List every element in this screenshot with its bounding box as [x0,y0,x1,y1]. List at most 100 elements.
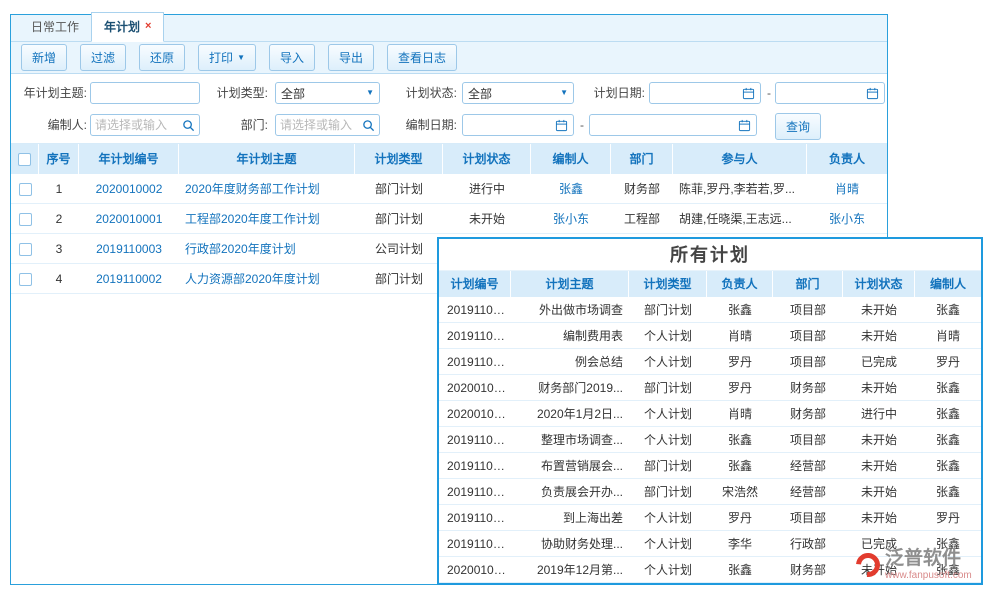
cell-status: 未开始 [843,375,915,400]
cell-code: 2019110005 [439,349,511,374]
add-button[interactable]: 新增 [21,44,67,71]
row-checkbox[interactable] [19,273,32,286]
dept-field[interactable] [275,114,380,136]
list-item[interactable]: 2020010001 财务部门2019... 部门计划 罗丹 财务部 未开始 张… [439,375,981,401]
select-all-checkbox[interactable] [18,153,31,166]
plan-subject-link[interactable]: 2020年度财务部工作计划 [185,182,320,196]
cell-subject: 布置营销展会... [511,453,629,478]
query-button[interactable]: 查询 [775,113,821,140]
compiler-link[interactable]: 张鑫 [559,182,583,196]
list-item[interactable]: 2020010002 2020年1月2日... 个人计划 肖晴 财务部 进行中 … [439,401,981,427]
plan-code-link[interactable]: 2020010001 [96,212,163,226]
cell-code: 2019110004 [439,323,511,348]
compile-date-end-field[interactable] [589,114,757,136]
cell-status: 未开始 [443,204,531,233]
cell-type: 个人计划 [629,557,707,582]
plan-code-link[interactable]: 2019110003 [96,242,162,256]
list-item[interactable]: 2019110004 编制费用表 个人计划 肖晴 项目部 未开始 肖晴 [439,323,981,349]
plan-status-value: 全部 [468,85,492,102]
cell-code: 2019110003 [439,531,511,556]
cell-compiler: 张鑫 [915,297,981,322]
cell-code: 2019110001 [439,479,511,504]
header-status: 计划状态 [443,144,531,174]
subject-input[interactable] [91,83,199,103]
search-icon[interactable] [182,119,195,132]
tab-annual-plan[interactable]: 年计划 × [91,12,164,42]
cell-compiler: 张鑫 [915,453,981,478]
row-checkbox[interactable] [19,243,32,256]
import-button-label: 导入 [280,49,304,66]
table-row[interactable]: 2 2020010001 工程部2020年度工作计划 部门计划 未开始 张小东 … [11,204,887,234]
cell-compiler: 张鑫 [915,375,981,400]
import-button[interactable]: 导入 [269,44,315,71]
cell-type: 个人计划 [629,531,707,556]
list-item[interactable]: 2019110001 负责展会开办... 部门计划 宋浩然 经营部 未开始 张鑫 [439,479,981,505]
cell-compiler: 罗丹 [915,349,981,374]
compile-date-label: 编制日期: [395,114,457,136]
tab-daily-work[interactable]: 日常工作 [19,13,91,41]
list-item[interactable]: 2019110001 外出做市场调查 部门计划 张鑫 项目部 未开始 张鑫 [439,297,981,323]
calendar-icon[interactable] [738,119,751,132]
cell-type: 个人计划 [629,505,707,530]
header-code: 年计划编号 [79,144,179,174]
restore-button[interactable]: 还原 [139,44,185,71]
cell-dept: 行政部 [773,531,843,556]
plan-code-link[interactable]: 2019110002 [96,272,162,286]
filter-button[interactable]: 过滤 [80,44,126,71]
cell-type: 公司计划 [355,234,443,263]
export-button[interactable]: 导出 [328,44,374,71]
calendar-icon[interactable] [555,119,568,132]
header-compiler: 编制人 [531,144,611,174]
list-item[interactable]: 2019110002 到上海出差 个人计划 罗丹 项目部 未开始 罗丹 [439,505,981,531]
cell-owner: 张鑫 [707,427,773,452]
search-icon[interactable] [362,119,375,132]
compile-date-start-field[interactable] [462,114,574,136]
list-item[interactable]: 2019110002 整理市场调查... 个人计划 张鑫 项目部 未开始 张鑫 [439,427,981,453]
watermark-url: www.fanpusoft.com [885,570,972,582]
row-checkbox[interactable] [19,213,32,226]
cell-type: 部门计划 [629,375,707,400]
add-button-label: 新增 [32,49,56,66]
plan-subject-link[interactable]: 行政部2020年度计划 [185,242,296,256]
table-row[interactable]: 1 2020010002 2020年度财务部工作计划 部门计划 进行中 张鑫 财… [11,174,887,204]
tab-label: 日常工作 [31,20,79,34]
plan-type-select[interactable]: 全部 ▼ [275,82,380,104]
calendar-icon[interactable] [742,87,755,100]
calendar-icon[interactable] [866,87,879,100]
plan-date-end-field[interactable] [775,82,885,104]
cell-code: 2020010001 [439,375,511,400]
list-item[interactable]: 2019110005 例会总结 个人计划 罗丹 项目部 已完成 罗丹 [439,349,981,375]
cell-type: 个人计划 [629,427,707,452]
plan-code-link[interactable]: 2020010002 [96,182,163,196]
dept-input[interactable] [276,115,362,135]
tab-close-icon[interactable]: × [145,21,151,32]
owner-link[interactable]: 肖晴 [835,182,859,196]
cell-owner: 罗丹 [707,349,773,374]
compiler-field[interactable] [90,114,200,136]
plan-subject-link[interactable]: 工程部2020年度工作计划 [185,212,320,226]
compiler-link[interactable]: 张小东 [553,212,589,226]
plan-date-label: 计划日期: [583,82,645,104]
cell-seq: 3 [39,234,79,263]
cell-owner: 张鑫 [707,453,773,478]
chevron-down-icon: ▼ [237,54,245,62]
cell-dept: 项目部 [773,297,843,322]
date-separator: - [767,82,771,104]
print-button[interactable]: 打印 ▼ [198,44,256,71]
compiler-input[interactable] [91,115,182,135]
cell-subject: 例会总结 [511,349,629,374]
cell-dept: 经营部 [773,453,843,478]
cell-subject: 整理市场调查... [511,427,629,452]
cell-status: 未开始 [843,453,915,478]
owner-link[interactable]: 张小东 [829,212,865,226]
cell-status: 未开始 [843,505,915,530]
header-status: 计划状态 [843,271,915,297]
plan-date-start-field[interactable] [649,82,761,104]
plan-subject-link[interactable]: 人力资源部2020年度计划 [185,272,320,286]
plan-status-select[interactable]: 全部 ▼ [462,82,574,104]
list-item[interactable]: 2019110003 布置营销展会... 部门计划 张鑫 经营部 未开始 张鑫 [439,453,981,479]
cell-owner: 罗丹 [707,505,773,530]
subject-field[interactable] [90,82,200,104]
view-log-button[interactable]: 查看日志 [387,44,457,71]
row-checkbox[interactable] [19,183,32,196]
